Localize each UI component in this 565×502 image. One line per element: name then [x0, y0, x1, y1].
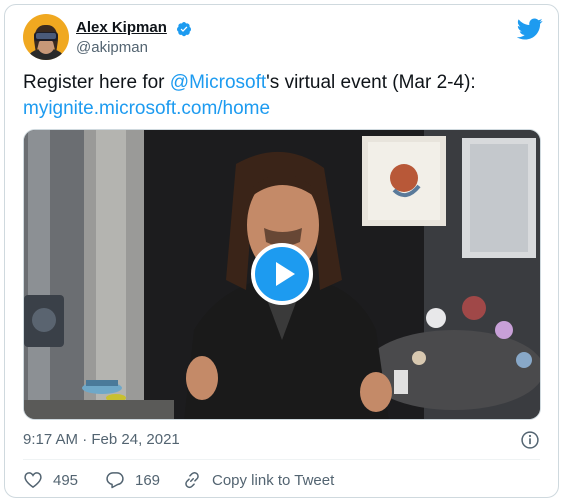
info-icon[interactable]	[520, 430, 540, 450]
verified-badge-icon	[177, 22, 191, 37]
heart-icon	[24, 472, 42, 489]
reply-button[interactable]: 169	[105, 469, 160, 491]
copy-link-button[interactable]: Copy link to Tweet	[182, 469, 334, 491]
event-link[interactable]: myignite.microsoft.com/home	[23, 98, 270, 119]
avatar[interactable]	[23, 14, 69, 60]
play-button[interactable]	[251, 243, 313, 305]
play-icon	[276, 262, 295, 286]
video-player[interactable]	[23, 129, 541, 420]
tweet-text-prefix: Register here for	[23, 72, 170, 93]
tweet-text: Register here for @Microsoft's virtual e…	[23, 70, 548, 122]
reply-count: 169	[135, 471, 161, 489]
reply-icon	[106, 472, 124, 489]
divider	[23, 459, 540, 460]
like-count: 495	[53, 471, 79, 489]
tweet-text-suffix: 's virtual event (Mar 2-4):	[266, 72, 476, 93]
mention-link[interactable]: @Microsoft	[170, 72, 266, 93]
link-icon	[185, 471, 199, 489]
twitter-bird-icon[interactable]	[517, 16, 543, 42]
copy-link-label: Copy link to Tweet	[212, 471, 335, 489]
author-name[interactable]: Alex Kipman	[76, 19, 167, 37]
tweet-timestamp[interactable]: 9:17 AM · Feb 24, 2021	[23, 431, 180, 449]
tweet-card: Alex Kipman @akipman Register here for @…	[4, 4, 559, 498]
author-handle[interactable]: @akipman	[76, 39, 148, 57]
like-button[interactable]: 495	[23, 469, 78, 491]
